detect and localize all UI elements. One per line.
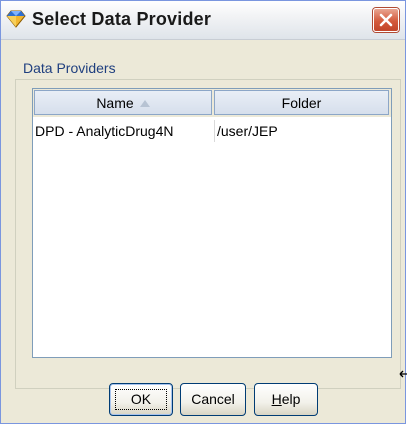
cell-folder: /user/JEP (214, 120, 391, 142)
close-button[interactable] (373, 8, 399, 32)
title-bar[interactable]: Select Data Provider (1, 1, 405, 40)
resize-cursor-icon (399, 370, 407, 378)
column-header-folder[interactable]: Folder (214, 90, 389, 115)
providers-table[interactable]: Name Folder DPD - AnalyticDrug4N /user/J… (32, 88, 392, 358)
sort-ascending-icon (139, 100, 150, 107)
help-button-label: elp (281, 391, 301, 407)
focus-ring (115, 389, 167, 410)
column-header-name-label: Name (96, 95, 134, 111)
ok-button[interactable]: OK (109, 383, 173, 416)
cell-name: DPD - AnalyticDrug4N (35, 123, 174, 139)
cancel-button[interactable]: Cancel (180, 383, 246, 416)
dialog-title: Select Data Provider (32, 9, 212, 29)
help-button[interactable]: Help (254, 383, 318, 416)
close-icon (379, 13, 393, 27)
data-providers-label: Data Providers (23, 60, 116, 76)
table-row[interactable]: DPD - AnalyticDrug4N /user/JEP (33, 120, 391, 142)
column-header-name[interactable]: Name (34, 90, 212, 115)
cancel-button-label: Cancel (191, 391, 235, 407)
help-button-mnemonic: H (271, 391, 282, 407)
diamond-icon (6, 10, 26, 28)
select-data-provider-dialog: Select Data Provider Data Providers Name… (0, 0, 407, 424)
table-header: Name Folder (33, 89, 391, 117)
column-header-folder-label: Folder (281, 95, 322, 111)
